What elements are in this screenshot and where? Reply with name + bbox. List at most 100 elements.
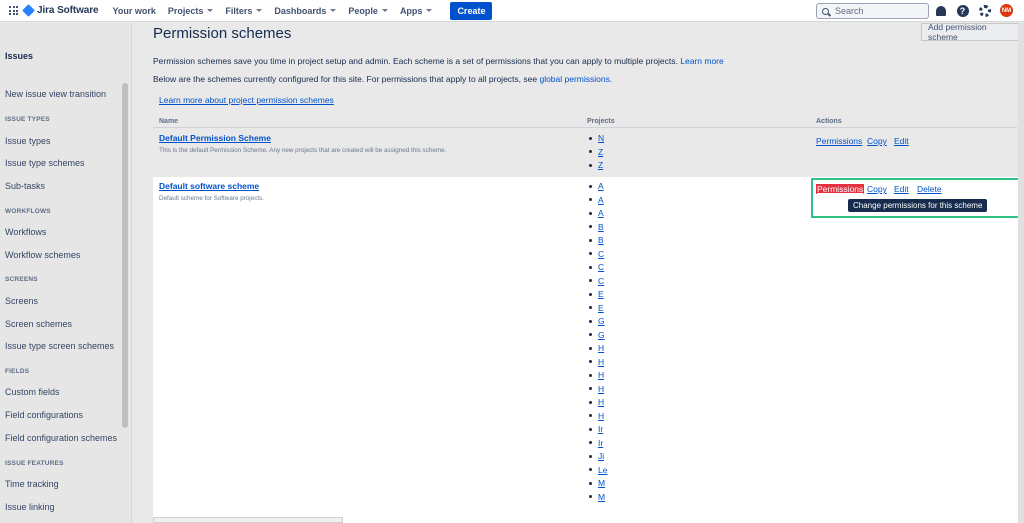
nav-item-dashboards[interactable]: Dashboards (274, 5, 337, 16)
sidebar-item-custom-fields[interactable]: Custom fields (5, 387, 60, 397)
sidebar-scrollbar[interactable] (122, 83, 128, 428)
logo-text: Jira Software (37, 5, 99, 16)
nav-item-people[interactable]: People (348, 6, 388, 16)
page-scrollbar[interactable] (1018, 23, 1024, 523)
page-title: Permission schemes (153, 25, 292, 42)
project-link[interactable]: A (589, 208, 604, 218)
nav-item-label: Apps (399, 5, 423, 16)
nav-item-label: Dashboards (274, 5, 327, 16)
chevron-down-icon (426, 9, 433, 12)
project-link[interactable]: A (589, 181, 604, 191)
add-permission-scheme-button[interactable]: Add permission scheme (921, 22, 1024, 42)
copy-action-link[interactable]: Copy (867, 136, 887, 146)
project-link[interactable]: H (589, 397, 604, 407)
sidebar-section-issue-features: ISSUE FEATURES (5, 460, 64, 467)
sidebar-item-field-configurations[interactable]: Field configurations (5, 410, 83, 420)
project-link[interactable]: C (589, 249, 604, 259)
nav-item-label: Your work (112, 5, 156, 16)
project-link[interactable]: B (589, 235, 604, 245)
sidebar-item-workflow-schemes[interactable]: Workflow schemes (5, 250, 80, 260)
sidebar-item-issue-type-schemes[interactable]: Issue type schemes (5, 158, 85, 168)
project-link[interactable]: G (589, 330, 605, 340)
learn-more-schemes-link[interactable]: Learn more about project permission sche… (159, 95, 334, 105)
global-permissions-link[interactable]: global permissions (539, 74, 609, 84)
scheme-name-link[interactable]: Default software scheme (159, 181, 259, 191)
jira-logo[interactable]: Jira Software (22, 4, 99, 17)
project-link[interactable]: H (589, 384, 604, 394)
scheme-description: This is the default Permission Scheme. A… (159, 147, 447, 154)
nav-item-filters[interactable]: Filters (225, 5, 263, 16)
sidebar-item-workflows[interactable]: Workflows (5, 227, 46, 237)
jira-logo-icon (22, 4, 35, 17)
edit-action-link[interactable]: Edit (894, 136, 909, 146)
nav-item-apps[interactable]: Apps (400, 6, 433, 16)
project-link[interactable]: H (589, 357, 604, 367)
actions-highlight-box (811, 178, 1023, 218)
help-button[interactable]: ? (956, 4, 969, 17)
app-switcher-icon[interactable] (9, 6, 18, 15)
project-link[interactable]: E (589, 303, 604, 313)
sidebar-item-issue-type-screen-schemes[interactable]: Issue type screen schemes (5, 341, 114, 351)
sidebar-item-new-issue-view-transition[interactable]: New issue view transition (5, 89, 106, 99)
chevron-down-icon (381, 9, 388, 12)
create-button[interactable]: Create (450, 1, 493, 20)
below-end: . (609, 74, 613, 84)
project-link[interactable]: Le (589, 465, 607, 475)
project-link[interactable]: Ji (589, 451, 604, 461)
table-row-highlighted (153, 177, 1021, 523)
notifications-button[interactable] (934, 4, 947, 17)
nav-item-label: People (348, 5, 378, 16)
project-link[interactable]: G (589, 316, 605, 326)
nav-item-projects[interactable]: Projects (168, 6, 214, 16)
sidebar-item-screens[interactable]: Screens (5, 296, 38, 306)
column-header-projects: Projects (587, 118, 615, 125)
project-link[interactable]: Ir (589, 438, 603, 448)
scheme-description: Default scheme for Software projects. (159, 195, 264, 202)
search-icon (822, 7, 829, 15)
project-link[interactable]: Z (589, 160, 603, 170)
avatar: NM (1000, 4, 1013, 17)
chevron-down-icon (207, 9, 214, 12)
sidebar-section-fields: FIELDS (5, 368, 30, 375)
project-link[interactable]: Ir (589, 424, 603, 434)
top-right-icons: ? NM (934, 4, 1022, 17)
nav-item-your-work[interactable]: Your work (113, 6, 156, 16)
project-link[interactable]: N (589, 133, 604, 143)
project-link[interactable]: H (589, 343, 604, 353)
column-header-actions: Actions (816, 118, 842, 125)
intro-text: Permission schemes save you time in proj… (153, 56, 678, 66)
project-link[interactable]: M (589, 492, 605, 502)
sidebar-item-time-tracking[interactable]: Time tracking (5, 479, 59, 489)
project-link[interactable]: H (589, 370, 604, 380)
scheme-name-link[interactable]: Default Permission Scheme (159, 133, 271, 143)
sidebar-section-issue-types: ISSUE TYPES (5, 116, 50, 123)
below-text: Below are the schemes currently configur… (153, 74, 538, 84)
settings-button[interactable] (978, 4, 991, 17)
primary-nav: Your work Projects Filters Dashboards People… (113, 6, 445, 16)
project-link[interactable]: B (589, 222, 604, 232)
project-link[interactable]: C (589, 276, 604, 286)
chevron-down-icon (256, 9, 263, 12)
project-link[interactable]: C (589, 262, 604, 272)
project-link[interactable]: A (589, 195, 604, 205)
permissions-action-link[interactable]: Permissions (816, 136, 862, 146)
learn-more-link[interactable]: Learn more (680, 56, 723, 66)
sidebar-item-field-configuration-schemes[interactable]: Field configuration schemes (5, 433, 117, 443)
nav-item-label: Filters (225, 5, 253, 16)
project-link[interactable]: H (589, 411, 604, 421)
profile-button[interactable]: NM (1000, 4, 1013, 17)
sidebar: Issues New issue view transition ISSUE TY… (0, 23, 132, 523)
project-link[interactable]: M (589, 478, 605, 488)
project-link[interactable]: Z (589, 147, 603, 157)
sidebar-item-screen-schemes[interactable]: Screen schemes (5, 319, 72, 329)
project-link[interactable]: E (589, 289, 604, 299)
search-input[interactable]: Search (816, 3, 929, 19)
sidebar-item-issue-types[interactable]: Issue types (5, 136, 51, 146)
below-paragraph: Below are the schemes currently configur… (153, 74, 612, 84)
main-content: Permission schemes Add permission scheme… (132, 22, 1024, 523)
sidebar-item-sub-tasks[interactable]: Sub-tasks (5, 181, 45, 191)
header-divider (153, 127, 1017, 128)
intro-paragraph: Permission schemes save you time in proj… (153, 56, 724, 66)
status-bar (153, 517, 343, 523)
sidebar-item-issue-linking[interactable]: Issue linking (5, 502, 55, 512)
